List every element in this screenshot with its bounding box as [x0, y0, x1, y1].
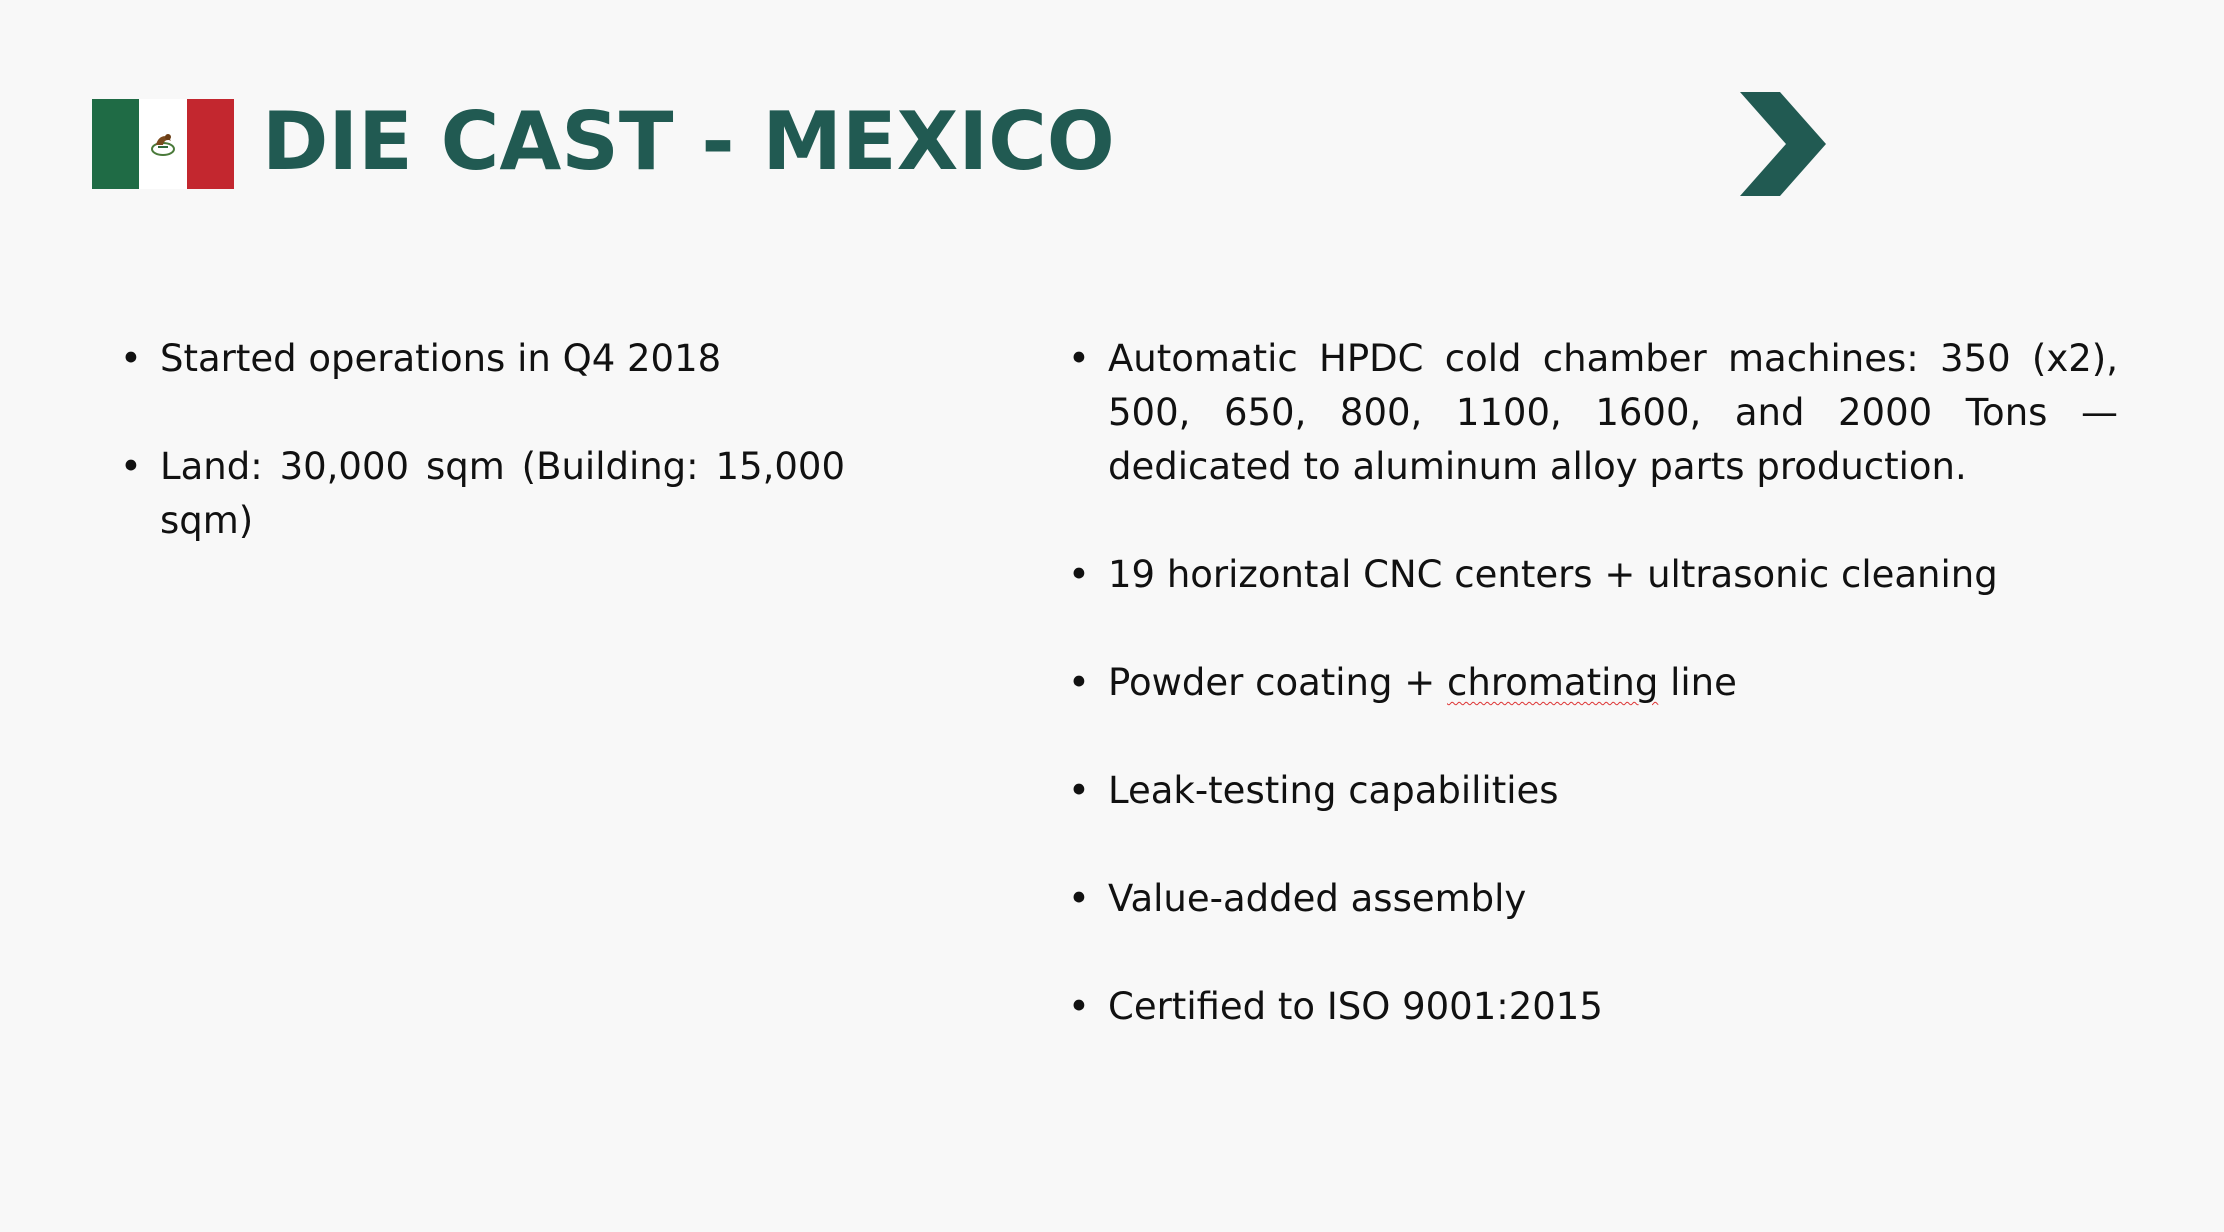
- list-item-text: 19 horizontal CNC centers + ultrasonic c…: [1108, 553, 1998, 596]
- list-item-text: Started operations in Q4 2018: [160, 337, 722, 380]
- list-item: • Powder coating + chromating line: [1068, 656, 2118, 710]
- bullet-marker: •: [1068, 877, 1090, 920]
- spellcheck-flagged-word[interactable]: chromating: [1447, 661, 1658, 704]
- list-item-text: Leak-testing capabilities: [1108, 769, 1559, 812]
- list-item: • Value-added assembly: [1068, 872, 2118, 926]
- list-item: • 19 horizontal CNC centers + ultrasonic…: [1068, 548, 2118, 602]
- bullet-marker: •: [1068, 769, 1090, 812]
- bullet-marker: •: [120, 445, 142, 488]
- mexico-flag-icon: [92, 99, 234, 189]
- list-item-text: Certified to ISO 9001:2015: [1108, 985, 1603, 1028]
- list-item: • Land: 30,000 sqm (Building: 15,000 sqm…: [120, 440, 845, 548]
- bullet-marker: •: [1068, 985, 1090, 1028]
- bullet-marker: •: [1068, 337, 1090, 380]
- slide: DIE CAST - MEXICO • Started operations i…: [0, 0, 2224, 1232]
- right-bullet-list: • Automatic HPDC cold chamber machines: …: [1068, 332, 2118, 1088]
- list-item: • Automatic HPDC cold chamber machines: …: [1068, 332, 2118, 494]
- page-title: DIE CAST - MEXICO: [262, 95, 1115, 188]
- list-item: • Started operations in Q4 2018: [120, 332, 845, 386]
- bullet-marker: •: [1068, 661, 1090, 704]
- list-item-text: Value-added assembly: [1108, 877, 1527, 920]
- list-item-text: Powder coating + chromating line: [1108, 661, 1737, 704]
- list-item-text: Land: 30,000 sqm (Building: 15,000 sqm): [160, 445, 845, 542]
- list-item: • Leak-testing capabilities: [1068, 764, 2118, 818]
- list-item-text: Automatic HPDC cold chamber machines: 35…: [1108, 337, 2118, 488]
- chevron-right-icon: [1740, 92, 1826, 196]
- eagle-emblem-icon: [150, 134, 175, 156]
- left-bullet-list: • Started operations in Q4 2018 • Land: …: [120, 332, 845, 602]
- text-segment: line: [1658, 661, 1737, 704]
- flag-red-stripe: [186, 99, 234, 189]
- list-item: • Certified to ISO 9001:2015: [1068, 980, 2118, 1034]
- bullet-marker: •: [1068, 553, 1090, 596]
- bullet-marker: •: [120, 337, 142, 380]
- flag-white-stripe: [139, 99, 187, 189]
- text-segment: Powder coating +: [1108, 661, 1448, 704]
- flag-green-stripe: [92, 99, 140, 189]
